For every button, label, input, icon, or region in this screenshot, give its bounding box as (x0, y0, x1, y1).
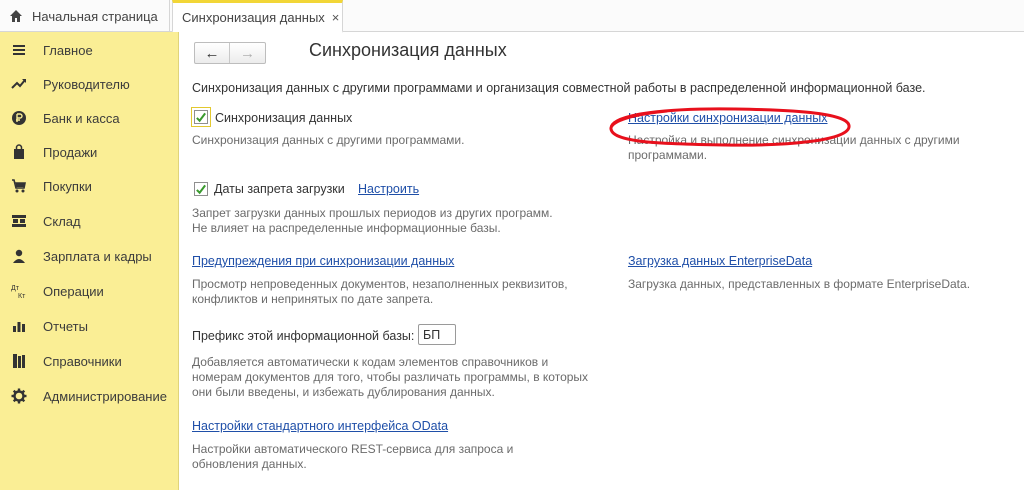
sidebar-item-label: Покупки (43, 178, 92, 194)
person-icon (11, 248, 27, 264)
tab-home[interactable]: Начальная страница (0, 0, 170, 32)
gear-icon (11, 388, 27, 404)
sidebar-item-label: Руководителю (43, 76, 130, 92)
sidebar-item-label: Зарплата и кадры (43, 248, 152, 264)
sidebar-item-catalogs[interactable]: Справочники (0, 344, 179, 378)
sync-checkbox-label: Синхронизация данных (215, 111, 353, 125)
odata-hint-2: обновления данных. (192, 457, 307, 471)
sidebar-item-salary[interactable]: Зарплата и кадры (0, 239, 179, 273)
back-button[interactable]: ← (195, 43, 231, 63)
sidebar-item-warehouse[interactable]: Склад (0, 204, 179, 238)
odata-hint-1: Настройки автоматического REST-сервиса д… (192, 442, 514, 456)
lock-dates-label: Даты запрета загрузки (214, 182, 345, 196)
dt-kt-icon: Дт Кт (11, 283, 27, 299)
prefix-label: Префикс этой информационной базы: (192, 329, 415, 343)
prefix-hint-1: Добавляется автоматически к кодам элемен… (192, 355, 549, 369)
prefix-hint-3: они были введены, и избежать дублировани… (192, 385, 495, 399)
home-icon (10, 10, 22, 22)
sidebar-item-label: Банк и касса (43, 110, 120, 126)
check-icon (196, 112, 206, 122)
svg-text:Дт: Дт (11, 285, 20, 292)
sidebar-item-label: Операции (43, 283, 104, 299)
sidebar: Главное Руководителю Банк и касса Продаж… (0, 32, 179, 490)
odata-link[interactable]: Настройки стандартного интерфейса OData (192, 419, 448, 433)
tab-bar: Начальная страница Синхронизация данных … (0, 0, 1024, 33)
ruble-icon (11, 110, 27, 126)
page-description: Синхронизация данных с другими программа… (192, 81, 926, 95)
check-icon (196, 184, 206, 194)
trend-icon (11, 76, 27, 92)
warehouse-icon (11, 213, 27, 229)
bar-chart-icon (11, 318, 27, 334)
sidebar-item-label: Продажи (43, 144, 98, 160)
lock-dates-hint-2: Не влияет на распределенные информационн… (192, 221, 501, 235)
nav-buttons: ← → (194, 42, 266, 64)
close-icon[interactable]: × (332, 10, 340, 25)
sidebar-item-manager[interactable]: Руководителю (0, 67, 179, 101)
sidebar-item-purchases[interactable]: Покупки (0, 169, 179, 203)
page-title: Синхронизация данных (309, 40, 507, 60)
warnings-hint-1: Просмотр непроведенных документов, незап… (192, 277, 568, 291)
sidebar-item-label: Отчеты (43, 318, 88, 334)
tab-sync[interactable]: Синхронизация данных × (172, 0, 343, 33)
sync-checkbox[interactable] (194, 110, 208, 124)
sidebar-item-bank[interactable]: Банк и касса (0, 101, 179, 135)
lock-dates-checkbox[interactable] (194, 182, 208, 196)
sidebar-item-label: Склад (43, 213, 81, 229)
main-content: ← → Синхронизация данных Синхронизация д… (180, 32, 1024, 490)
sidebar-item-admin[interactable]: Администрирование (0, 379, 179, 413)
prefix-input[interactable]: БП (418, 324, 456, 345)
sync-hint: Синхронизация данных с другими программа… (192, 133, 465, 147)
lock-dates-hint-1: Запрет загрузки данных прошлых периодов … (192, 206, 553, 220)
tab-home-label: Начальная страница (32, 8, 158, 24)
bag-icon (11, 144, 27, 160)
forward-button[interactable]: → (230, 43, 265, 63)
sidebar-item-operations[interactable]: Дт Кт Операции (0, 274, 179, 308)
tab-sync-label: Синхронизация данных (182, 9, 325, 25)
enterprise-data-hint: Загрузка данных, представленных в формат… (628, 277, 971, 291)
cart-icon (11, 178, 27, 194)
sidebar-item-sales[interactable]: Продажи (0, 135, 179, 169)
prefix-hint-2: номерам документов для того, чтобы разли… (192, 370, 589, 384)
lock-dates-configure-link[interactable]: Настроить (358, 182, 419, 196)
sidebar-item-label: Справочники (43, 353, 122, 369)
sidebar-item-label: Главное (43, 42, 93, 58)
svg-text:Кт: Кт (18, 293, 26, 299)
warnings-link[interactable]: Предупреждения при синхронизации данных (192, 254, 454, 268)
menu-icon (11, 42, 27, 58)
sidebar-item-main[interactable]: Главное (0, 33, 179, 67)
warnings-hint-2: конфликтов и непринятых по дате запрета. (192, 292, 434, 306)
sync-settings-hint-2: программами. (628, 148, 708, 162)
sync-settings-hint-1: Настройка и выполнение синхронизации дан… (628, 133, 960, 147)
sync-settings-link[interactable]: Настройки синхронизации данных (628, 111, 828, 125)
enterprise-data-link[interactable]: Загрузка данных EnterpriseData (628, 254, 812, 268)
sidebar-item-label: Администрирование (43, 388, 167, 404)
books-icon (11, 353, 27, 369)
sidebar-item-reports[interactable]: Отчеты (0, 309, 179, 343)
